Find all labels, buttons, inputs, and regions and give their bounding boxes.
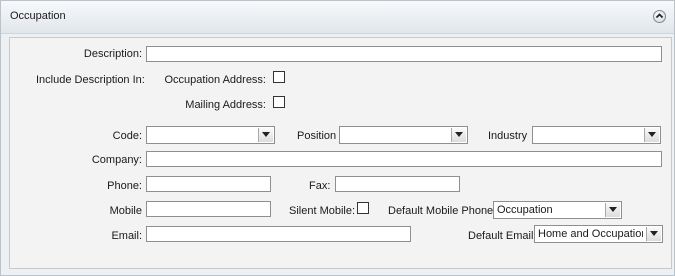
mobile-input[interactable] <box>146 201 271 217</box>
panel-title: Occupation <box>10 10 66 22</box>
default-mobile-phone-label: Default Mobile Phone <box>388 205 494 217</box>
phone-input[interactable] <box>146 176 271 192</box>
default-email-value: Home and Occupation <box>538 228 643 240</box>
description-label: Description: <box>83 48 142 60</box>
fax-label: Fax: <box>309 180 331 192</box>
dropdown-arrow-icon <box>451 128 466 142</box>
phone-label: Phone: <box>107 180 142 192</box>
dropdown-arrow-icon <box>646 227 661 241</box>
panel-header[interactable]: Occupation <box>1 1 674 34</box>
description-input[interactable] <box>146 46 662 62</box>
default-mobile-phone-value: Occupation <box>497 204 553 216</box>
occupation-form: Description: Include Description In: Occ… <box>9 37 672 269</box>
silent-mobile-label: Silent Mobile: <box>289 205 356 217</box>
code-select[interactable] <box>146 126 275 144</box>
industry-label: Industry <box>488 130 528 142</box>
default-email-select[interactable]: Home and Occupation <box>534 225 663 243</box>
industry-select[interactable] <box>532 126 661 144</box>
silent-mobile-checkbox[interactable] <box>357 202 369 214</box>
default-email-label: Default Email <box>468 230 534 242</box>
code-label: Code: <box>112 130 142 142</box>
dropdown-arrow-icon <box>258 128 273 142</box>
mobile-label: Mobile <box>109 205 142 217</box>
email-input[interactable] <box>146 226 411 242</box>
company-label: Company: <box>91 154 142 166</box>
position-label: Position <box>297 130 337 142</box>
dropdown-arrow-icon <box>644 128 659 142</box>
fax-input[interactable] <box>335 176 460 192</box>
chevron-up-icon <box>655 13 664 19</box>
occupation-panel: Occupation Description: Include Descript… <box>0 0 675 276</box>
occupation-address-checkbox[interactable] <box>273 71 285 83</box>
dropdown-arrow-icon <box>605 203 620 217</box>
company-input[interactable] <box>146 151 662 167</box>
default-mobile-phone-select[interactable]: Occupation <box>493 201 622 219</box>
position-select[interactable] <box>339 126 468 144</box>
occupation-address-label: Occupation Address: <box>164 74 266 86</box>
collapse-button[interactable] <box>653 10 666 23</box>
mailing-address-checkbox[interactable] <box>273 96 285 108</box>
email-label: Email: <box>111 230 142 242</box>
mailing-address-label: Mailing Address: <box>185 99 266 111</box>
